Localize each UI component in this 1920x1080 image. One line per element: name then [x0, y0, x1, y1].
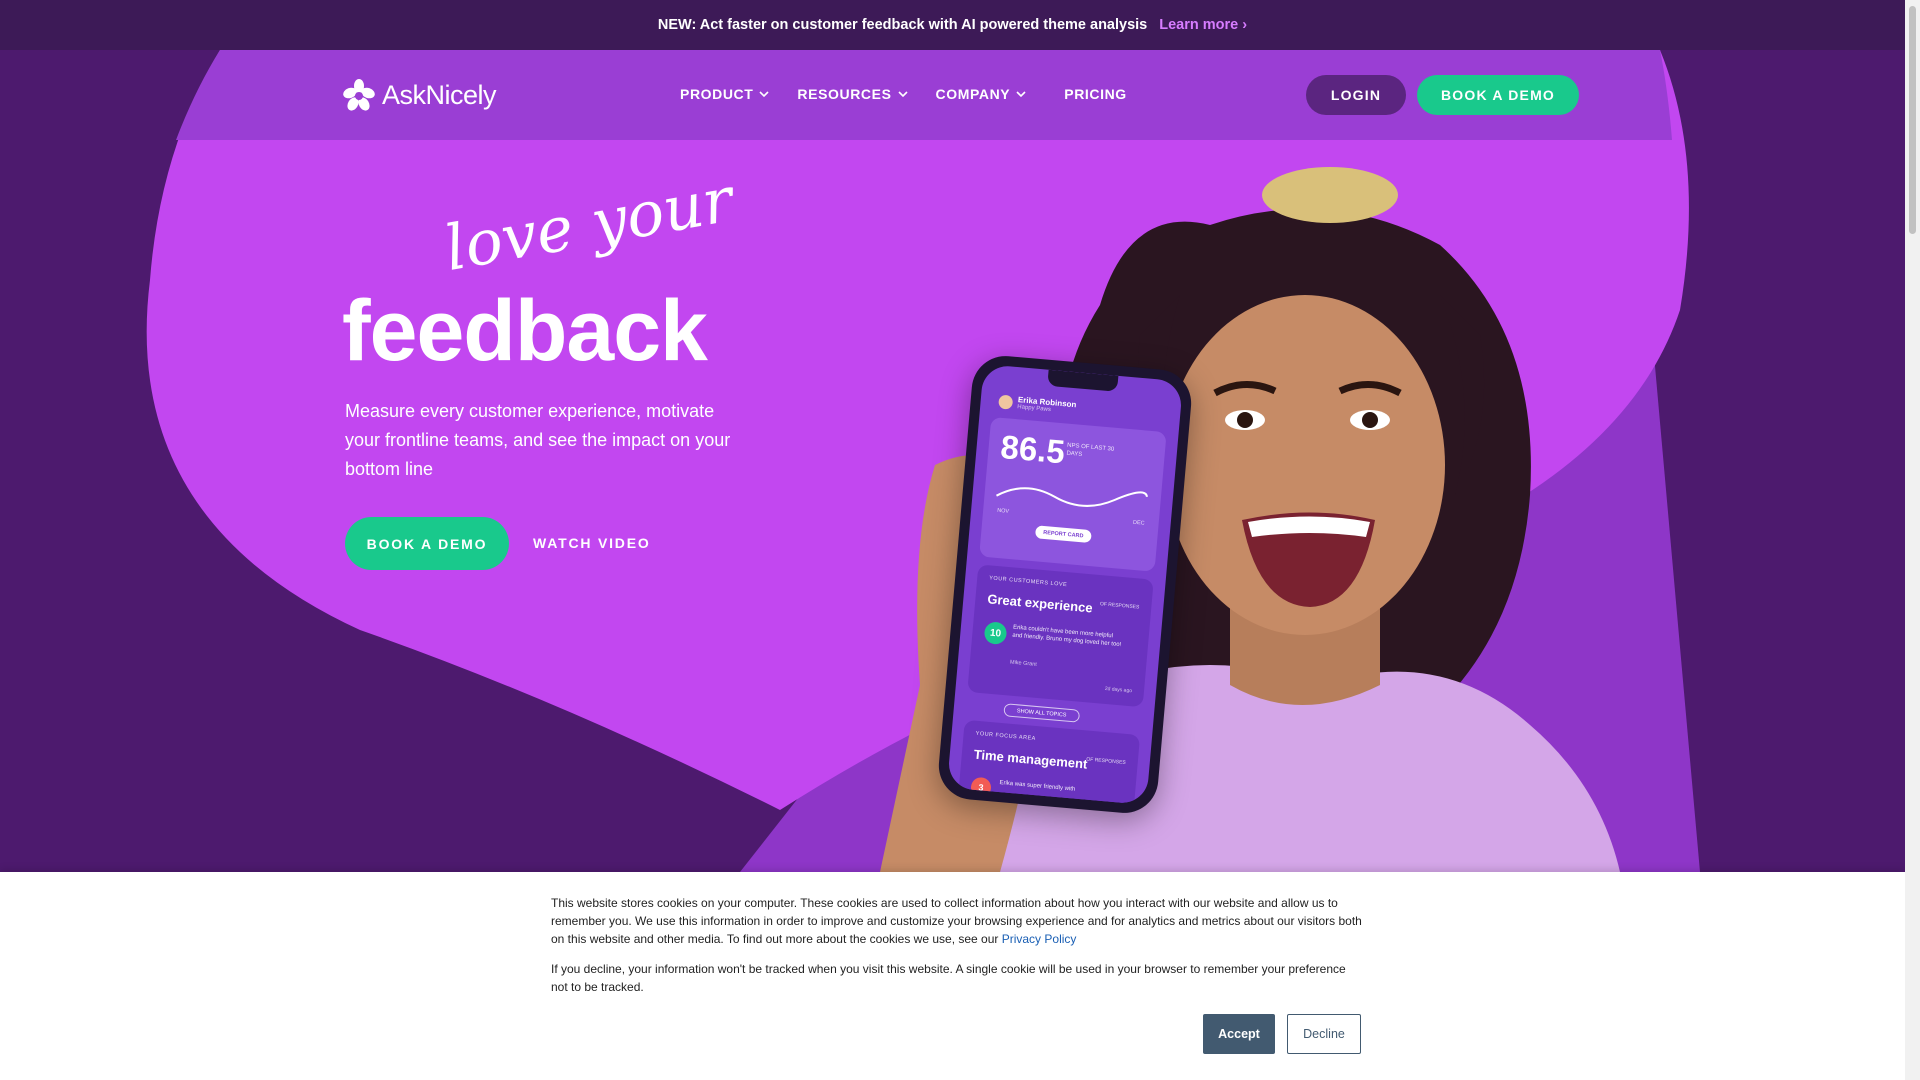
announcement-bar: NEW: Act faster on customer feedback wit…: [0, 0, 1905, 50]
focus-quote: Erika was super friendly with: [999, 780, 1076, 793]
customers-love-card: YOUR CUSTOMERS LOVE Great experience OF …: [967, 564, 1154, 708]
brand-logo[interactable]: AskNicely: [342, 78, 497, 112]
focus-caption: YOUR FOCUS AREA: [975, 730, 1037, 743]
love-caption: YOUR CUSTOMERS LOVE: [988, 575, 1068, 589]
cookie-text-2: If you decline, your information won't b…: [551, 962, 1346, 994]
nps-label: NPS OF LAST 30 DAYS: [1066, 442, 1115, 458]
chevron-right-icon: ›: [1242, 17, 1248, 33]
main-nav: AskNicely PRODUCT RESOURCES COMPANY PRIC…: [0, 50, 1905, 140]
book-demo-hero-button[interactable]: BOOK A DEMO: [345, 517, 509, 570]
chevron-down-icon: [897, 91, 908, 98]
love-responses: OF RESPONSES: [1099, 601, 1140, 611]
learn-more-link[interactable]: Learn more ›: [1159, 17, 1247, 33]
book-demo-nav-button[interactable]: BOOK A DEMO: [1417, 75, 1579, 115]
nav-menu: PRODUCT RESOURCES COMPANY PRICING: [680, 86, 1127, 102]
page-scrollbar[interactable]: [1905, 0, 1920, 1080]
decline-cookies-button[interactable]: Decline: [1287, 1014, 1361, 1054]
nav-item-resources[interactable]: RESOURCES: [797, 86, 908, 102]
phone-screen: Erika Robinson Happy Paws 86.5 NPS OF LAS…: [946, 364, 1184, 805]
privacy-policy-link[interactable]: Privacy Policy: [1002, 932, 1077, 946]
flower-logo-icon: [343, 79, 375, 111]
nav-item-company[interactable]: COMPANY: [936, 86, 1027, 102]
hero-subtext: Measure every customer experience, motiv…: [345, 401, 731, 479]
chevron-down-icon: [1016, 91, 1026, 98]
nav-item-product[interactable]: PRODUCT: [680, 86, 769, 102]
login-button[interactable]: LOGIN: [1306, 75, 1406, 115]
focus-responses: OF RESPONSES: [1086, 756, 1126, 766]
month-end: DEC: [1132, 519, 1145, 527]
phone-notch: [1047, 369, 1119, 392]
score-badge: 10: [983, 621, 1008, 646]
focus-area-card: YOUR FOCUS AREA Time management OF RESPO…: [956, 719, 1141, 805]
cookie-text-1: This website stores cookies on your comp…: [551, 896, 1362, 946]
love-ago: 2d days ago: [1104, 685, 1133, 695]
accept-cookies-button[interactable]: Accept: [1203, 1014, 1275, 1054]
nps-trend-line: [996, 487, 1148, 507]
watch-video-link[interactable]: WATCH VIDEO: [533, 535, 651, 551]
love-quote: Erika couldn't have been more helpful an…: [1012, 624, 1122, 649]
scrollbar-thumb[interactable]: [1909, 6, 1916, 234]
avatar: [998, 394, 1014, 410]
hero-headline: feedback: [342, 283, 708, 379]
announcement-text: NEW: Act faster on customer feedback wit…: [657, 17, 1148, 33]
phone-user: Erika Robinson Happy Paws: [998, 394, 1077, 416]
focus-title: Time management: [973, 746, 1089, 772]
love-author: Mike Grant: [1009, 659, 1038, 668]
nps-value: 86.5: [999, 427, 1067, 471]
month-start: NOV: [996, 507, 1010, 515]
nps-card: 86.5 NPS OF LAST 30 DAYS NOV DEC REPORT …: [979, 416, 1167, 572]
nav-item-pricing[interactable]: PRICING: [1064, 86, 1127, 102]
love-title: Great experience: [986, 591, 1094, 616]
chevron-down-icon: [759, 91, 769, 98]
brand-name: AskNicely: [382, 79, 497, 110]
show-all-topics-button[interactable]: SHOW ALL TOPICS: [1003, 703, 1081, 723]
phone-mockup: Erika Robinson Happy Paws 86.5 NPS OF LAS…: [936, 353, 1194, 816]
report-card-button[interactable]: REPORT CARD: [1034, 525, 1092, 544]
cookie-banner: This website stores cookies on your comp…: [0, 872, 1905, 1080]
score-badge: 3: [970, 776, 992, 799]
